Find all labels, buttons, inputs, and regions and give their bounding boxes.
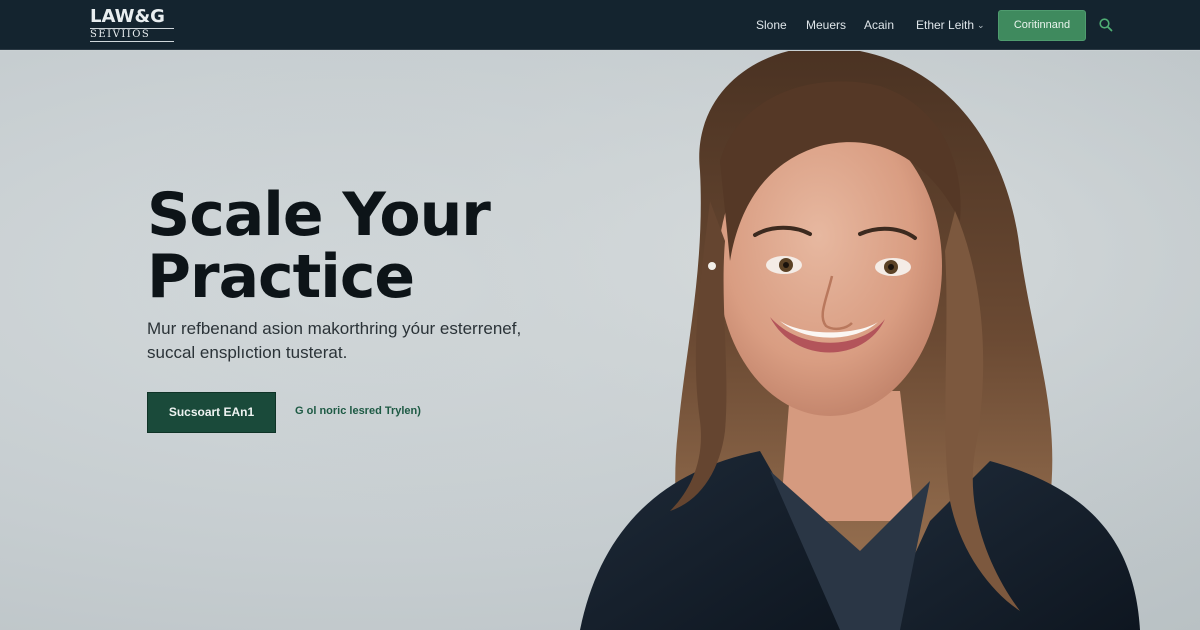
subtext-line-1: Mur refbenand asion makorthring yóur est… <box>147 319 522 338</box>
nav-link-3[interactable]: Acain <box>864 18 894 32</box>
headline-line-1: Scale Your <box>147 180 491 250</box>
brand-logo[interactable]: LAW&G SEIVIIOS <box>90 7 180 43</box>
hero-headline: Scale Your Practice <box>147 184 587 308</box>
hero-section: Scale Your Practice Mur refbenand asion … <box>0 51 1200 630</box>
logo-tagline: SEIVIIOS <box>90 29 151 40</box>
logo-underline <box>90 41 174 42</box>
subtext-line-2: succal ensplıction tusterat. <box>147 343 348 362</box>
hero-primary-button[interactable]: Sucsoart EAn1 <box>147 392 276 433</box>
headline-line-2: Practice <box>147 242 415 312</box>
hero-subtext: Mur refbenand asion makorthring yóur est… <box>147 317 547 365</box>
hero-secondary-link[interactable]: G ol noric lesred Trylen) <box>295 404 421 418</box>
search-icon[interactable] <box>1098 17 1114 33</box>
nav-link-dropdown[interactable]: Ether Leith <box>916 18 974 32</box>
nav-link-2[interactable]: Meuers <box>806 18 846 32</box>
chevron-down-icon[interactable]: ⌄ <box>977 18 985 32</box>
logo-wordmark: LAW&G <box>90 6 165 27</box>
nav-link-1[interactable]: Slone <box>756 18 787 32</box>
nav-cta-button[interactable]: Coritinnand <box>998 10 1086 41</box>
top-navbar: LAW&G SEIVIIOS Slone Meuers Acain Ether … <box>0 0 1200 50</box>
